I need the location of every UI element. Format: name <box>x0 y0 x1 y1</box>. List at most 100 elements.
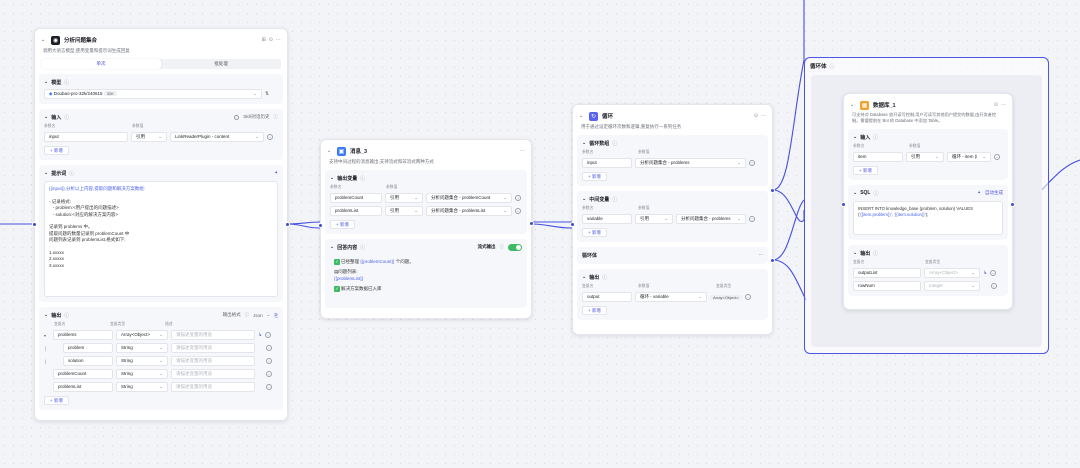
debug-icon[interactable]: ⊞ <box>262 37 266 43</box>
add-output-button[interactable]: + 新增 <box>44 396 69 405</box>
output-desc-field[interactable]: 请描述变量的用途 <box>171 356 255 366</box>
input-port[interactable] <box>318 223 323 228</box>
remove-icon[interactable]: − <box>515 195 521 201</box>
output-type-select[interactable]: String <box>116 343 168 353</box>
output-type-select[interactable]: Array<Object> <box>116 330 168 340</box>
remove-icon[interactable]: − <box>991 283 997 289</box>
expand-chevron-icon[interactable]: ▾ <box>44 333 50 338</box>
remove-icon[interactable]: − <box>749 216 755 222</box>
llm-node[interactable]: ⌄ ◉ 分析问题集合 ⊞ ⊙ ⋯ 调用大语言模型,使用变量和提示词生成回复 单次… <box>32 28 290 421</box>
run-icon[interactable]: ⊙ <box>754 113 758 119</box>
var-name-field[interactable]: problemCount <box>330 193 382 203</box>
output-desc-field[interactable]: 请描述变量的用途 <box>171 330 255 340</box>
loop-body-port[interactable] <box>770 188 775 193</box>
loop-node[interactable]: ⌄ ↻ 循环 ⊙ ⋯ 用于通过设定循环次数和逻辑,重复执行一系列任务 ⌄ 循环数组 ⓘ… <box>570 104 775 335</box>
chevron-down-icon[interactable]: ⌄ <box>582 140 586 146</box>
loop-input-value[interactable]: 分析问题集合 - problems <box>635 158 746 168</box>
ref-select[interactable]: 引用 <box>131 132 167 142</box>
output-desc-field[interactable]: 请描述变量的用途 <box>171 343 255 353</box>
input-port[interactable] <box>570 222 575 227</box>
var-value-select[interactable]: 分析问题集合 - problemCount <box>426 193 512 203</box>
input-value-select[interactable]: LinkReaderPlugin - content <box>170 132 264 142</box>
db-input-name[interactable]: item <box>853 152 903 162</box>
database-node[interactable]: ⌄ ▦ 数据库_1 ⊙ ⋯ 可支持对 Database 放开读写控制,用户可读写其… <box>841 93 1015 310</box>
ai-optimize-icon[interactable]: ✦ <box>274 170 278 176</box>
loop-input-name[interactable]: input <box>582 158 632 168</box>
loop-output-name[interactable]: output <box>582 292 632 302</box>
more-icon[interactable]: ⋯ <box>759 252 764 258</box>
reply-textarea[interactable]: ✓ 已经整理 {{problemCount}} 个问题。 ▤问题列表: {{pro… <box>330 255 522 303</box>
output-port[interactable] <box>285 222 290 227</box>
output-format-select[interactable]: Json <box>253 313 263 318</box>
more-icon[interactable]: ⋯ <box>1001 102 1006 108</box>
chevron-down-icon[interactable]: ⌄ <box>582 274 586 280</box>
chevron-down-icon[interactable]: ⌄ <box>44 170 48 176</box>
collapse-chevron-icon[interactable]: ⌄ <box>327 148 333 154</box>
chevron-down-icon[interactable]: ⌄ <box>330 175 334 181</box>
add-input-button[interactable]: + 新增 <box>44 146 69 155</box>
tab-batch[interactable]: 批处理 <box>161 59 281 69</box>
db-output-name[interactable]: outputList <box>853 268 921 278</box>
db-input-value[interactable]: 循环 - item (i <box>947 152 991 162</box>
output-type-select[interactable]: String <box>116 356 168 366</box>
collapse-chevron-icon[interactable]: ⌄ <box>850 102 856 108</box>
output-port[interactable] <box>1010 202 1015 207</box>
var-name-field[interactable]: problemList <box>330 206 382 216</box>
output-desc-field[interactable]: 请描述变量的用途 <box>171 382 255 392</box>
message-node[interactable]: ⌄ ▣ 消息_3 ⋯ 支持中间过程的消息输出,支持流式和非流式两种方式 ⌄ 输出变… <box>318 139 534 319</box>
add-mid-var-button[interactable]: + 新增 <box>582 228 607 237</box>
chevron-down-icon[interactable]: ⌄ <box>853 250 857 256</box>
remove-icon[interactable]: − <box>515 208 521 214</box>
chat-history-checkbox[interactable] <box>234 114 240 120</box>
input-port[interactable] <box>841 202 846 207</box>
remove-icon[interactable]: − <box>266 358 272 364</box>
add-loop-output-button[interactable]: + 新增 <box>582 306 607 315</box>
ref-select[interactable]: 引用 <box>385 193 423 203</box>
add-child-icon[interactable]: ↳ <box>258 332 262 338</box>
input-port[interactable] <box>32 222 37 227</box>
chevron-down-icon[interactable]: ⌄ <box>44 114 48 120</box>
var-value-select[interactable]: 分析问题集合 - problemList <box>426 206 512 216</box>
output-desc-field[interactable]: 请描述变量的用途 <box>171 369 255 379</box>
collapse-chevron-icon[interactable]: ⌄ <box>41 37 47 43</box>
run-icon[interactable]: ⊙ <box>269 37 273 43</box>
output-port[interactable] <box>529 221 534 226</box>
chevron-down-icon[interactable]: ⌄ <box>853 190 857 196</box>
chevron-down-icon[interactable]: ⌄ <box>853 134 857 140</box>
output-name-field[interactable]: problem <box>63 343 113 353</box>
remove-icon[interactable]: − <box>266 384 272 390</box>
tab-single[interactable]: 单次 <box>41 59 161 69</box>
sql-textarea[interactable]: INSERT INTO knowledge_base (problem, sol… <box>853 201 1003 235</box>
more-icon[interactable]: ⋯ <box>761 113 766 119</box>
json-import-icon[interactable]: ⎘ <box>274 313 278 318</box>
more-icon[interactable]: ⋯ <box>276 37 281 43</box>
db-output-type[interactable]: Integer <box>924 281 980 291</box>
stream-toggle[interactable] <box>508 243 522 251</box>
db-output-name[interactable]: rowNum <box>853 281 921 291</box>
add-var-button[interactable]: + 新增 <box>330 220 355 229</box>
remove-icon[interactable]: − <box>990 270 997 276</box>
chevron-down-icon[interactable]: ⌄ <box>44 312 48 318</box>
remove-icon[interactable]: − <box>749 160 755 166</box>
mid-var-value[interactable]: 分析问题集合 - problems <box>676 214 746 224</box>
loop-output-value[interactable]: 循环 - variable <box>635 292 707 302</box>
expand-icon[interactable]: ↳ <box>983 270 987 276</box>
prompt-textarea[interactable]: {{input}},分析以上内容,提取问题和解决方案数组: - 记录格式: - p… <box>44 181 278 297</box>
add-db-input-button[interactable]: + 新增 <box>853 166 878 175</box>
output-type-select[interactable]: String <box>116 382 168 392</box>
output-name-field[interactable]: problemCount <box>53 369 113 379</box>
ref-select[interactable]: 引用 <box>906 152 944 162</box>
add-loop-input-button[interactable]: + 新增 <box>582 172 607 181</box>
remove-icon[interactable]: − <box>744 294 751 300</box>
output-port[interactable] <box>770 258 775 263</box>
run-icon[interactable]: ⊙ <box>994 102 998 108</box>
chevron-down-icon[interactable]: ⌄ <box>582 196 586 202</box>
model-select[interactable]: ◆ Doubao-pro-32k/240615 32K ⌄ <box>44 89 262 99</box>
auto-generate-button[interactable]: 自动生成 <box>985 190 1003 196</box>
output-type-select[interactable]: String <box>116 369 168 379</box>
remove-icon[interactable]: − <box>266 345 272 351</box>
remove-icon[interactable]: − <box>266 371 272 377</box>
db-output-type[interactable]: Array<Object> <box>924 268 980 278</box>
remove-icon[interactable]: − <box>265 332 272 338</box>
input-name-field[interactable]: input <box>44 132 128 142</box>
